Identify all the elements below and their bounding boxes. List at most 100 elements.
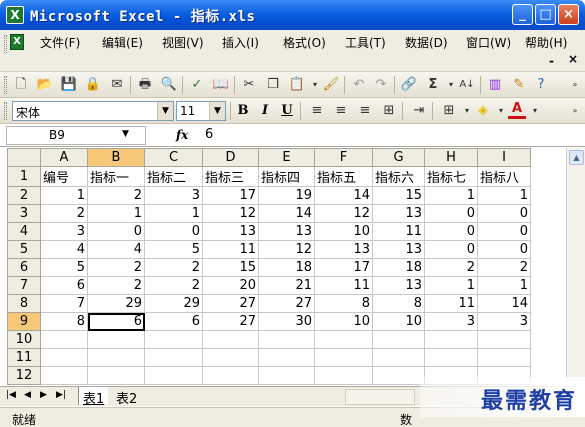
cell-H1[interactable]: 指标七 [424, 166, 478, 187]
cell-G11[interactable] [372, 348, 425, 367]
cell-E12[interactable] [258, 366, 315, 385]
font-name-select[interactable]: 宋体 ▼ [12, 101, 174, 121]
cell-B7[interactable]: 2 [87, 276, 145, 295]
copy-icon[interactable]: ❐ [264, 76, 282, 94]
hyperlink-icon[interactable]: 🔗 [400, 76, 418, 94]
toolbar-grip[interactable] [4, 102, 7, 120]
save-icon[interactable]: 💾 [60, 76, 78, 94]
menu-insert[interactable]: 插入(I) [222, 34, 259, 51]
cell-E7[interactable]: 21 [258, 276, 315, 295]
cell-I3[interactable]: 0 [477, 204, 531, 223]
font-size-select[interactable]: 11 ▼ [176, 101, 226, 121]
cell-F5[interactable]: 13 [314, 240, 373, 259]
sheet-tab-2[interactable]: 表2 [112, 387, 141, 407]
cell-D7[interactable]: 20 [202, 276, 259, 295]
cell-F9[interactable]: 10 [314, 312, 373, 331]
cell-C5[interactable]: 5 [144, 240, 203, 259]
align-center-icon[interactable]: ≡ [332, 102, 350, 120]
toolbar-options-icon[interactable]: » [566, 102, 584, 120]
format-painter-icon[interactable]: 🖌 [322, 76, 340, 94]
maximize-button[interactable]: □ [535, 4, 556, 25]
cell-C9[interactable]: 6 [144, 312, 203, 331]
redo-icon[interactable]: ↷ [372, 76, 390, 94]
sort-ascending-icon[interactable]: A↓ [458, 76, 476, 94]
row-header[interactable]: 9 [7, 312, 41, 331]
row-header[interactable]: 7 [7, 276, 41, 295]
cell-B9[interactable]: 6 [87, 312, 145, 331]
prev-sheet-icon[interactable]: ◀ [24, 390, 31, 400]
chevron-down-icon[interactable]: ▼ [209, 102, 225, 120]
increase-indent-icon[interactable]: ⇥ [410, 102, 428, 120]
cell-H2[interactable]: 1 [424, 186, 478, 205]
cell-I2[interactable]: 1 [477, 186, 531, 205]
cell-H4[interactable]: 0 [424, 222, 478, 241]
cell-A12[interactable] [40, 366, 88, 385]
cell-I5[interactable]: 0 [477, 240, 531, 259]
menu-help[interactable]: 帮助(H) [525, 34, 567, 51]
cell-A1[interactable]: 编号 [40, 166, 88, 187]
borders-icon[interactable]: ⊞ [440, 102, 458, 120]
cell-G6[interactable]: 18 [372, 258, 425, 277]
toolbar-options-icon[interactable]: » [566, 76, 584, 94]
cell-C10[interactable] [144, 330, 203, 349]
menu-edit[interactable]: 编辑(E) [102, 34, 143, 51]
cell-A8[interactable]: 7 [40, 294, 88, 313]
column-header[interactable]: G [372, 148, 425, 167]
cell-G1[interactable]: 指标六 [372, 166, 425, 187]
cell-I6[interactable]: 2 [477, 258, 531, 277]
menu-grip[interactable] [4, 35, 7, 53]
cell-E10[interactable] [258, 330, 315, 349]
cell-F7[interactable]: 11 [314, 276, 373, 295]
help-icon[interactable]: ? [532, 76, 550, 94]
cell-B1[interactable]: 指标一 [87, 166, 145, 187]
research-icon[interactable]: 📖 [212, 76, 230, 94]
cell-H8[interactable]: 11 [424, 294, 478, 313]
print-preview-icon[interactable]: 🔍 [160, 76, 178, 94]
toolbar-grip[interactable] [4, 76, 7, 94]
cell-D12[interactable] [202, 366, 259, 385]
drawing-icon[interactable]: ✎ [510, 76, 528, 94]
cell-G10[interactable] [372, 330, 425, 349]
cell-I11[interactable] [477, 348, 531, 367]
cell-E11[interactable] [258, 348, 315, 367]
cell-I9[interactable]: 3 [477, 312, 531, 331]
cell-D5[interactable]: 11 [202, 240, 259, 259]
excel-app-icon[interactable]: X [6, 6, 24, 24]
cell-A5[interactable]: 4 [40, 240, 88, 259]
cell-E9[interactable]: 30 [258, 312, 315, 331]
cell-A11[interactable] [40, 348, 88, 367]
menu-data[interactable]: 数据(D) [405, 34, 448, 51]
cell-A3[interactable]: 2 [40, 204, 88, 223]
row-header[interactable]: 5 [7, 240, 41, 259]
cell-B5[interactable]: 4 [87, 240, 145, 259]
cell-E5[interactable]: 12 [258, 240, 315, 259]
cell-C6[interactable]: 2 [144, 258, 203, 277]
align-right-icon[interactable]: ≡ [356, 102, 374, 120]
cell-D8[interactable]: 27 [202, 294, 259, 313]
cell-D11[interactable] [202, 348, 259, 367]
print-icon[interactable]: 🖶 [136, 76, 154, 94]
cell-B3[interactable]: 1 [87, 204, 145, 223]
cell-I1[interactable]: 指标八 [477, 166, 531, 187]
cell-G9[interactable]: 10 [372, 312, 425, 331]
spelling-icon[interactable]: ✓ [188, 76, 206, 94]
cell-I7[interactable]: 1 [477, 276, 531, 295]
cell-A6[interactable]: 5 [40, 258, 88, 277]
italic-button[interactable]: I [256, 102, 274, 120]
cell-C1[interactable]: 指标二 [144, 166, 203, 187]
cell-C11[interactable] [144, 348, 203, 367]
font-color-icon[interactable]: A [508, 102, 526, 119]
sheet-tab-1[interactable]: 表1 [78, 387, 109, 407]
column-header[interactable]: C [144, 148, 203, 167]
align-left-icon[interactable]: ≡ [308, 102, 326, 120]
cell-F2[interactable]: 14 [314, 186, 373, 205]
name-box[interactable]: B9 ▼ [6, 126, 146, 145]
column-header[interactable]: E [258, 148, 315, 167]
insert-function-icon[interactable]: fx [176, 128, 188, 142]
cell-G8[interactable]: 8 [372, 294, 425, 313]
menu-view[interactable]: 视图(V) [162, 34, 204, 51]
autosum-icon[interactable]: Σ [424, 76, 442, 94]
cell-C8[interactable]: 29 [144, 294, 203, 313]
minimize-button[interactable]: _ [512, 4, 533, 25]
cell-A4[interactable]: 3 [40, 222, 88, 241]
